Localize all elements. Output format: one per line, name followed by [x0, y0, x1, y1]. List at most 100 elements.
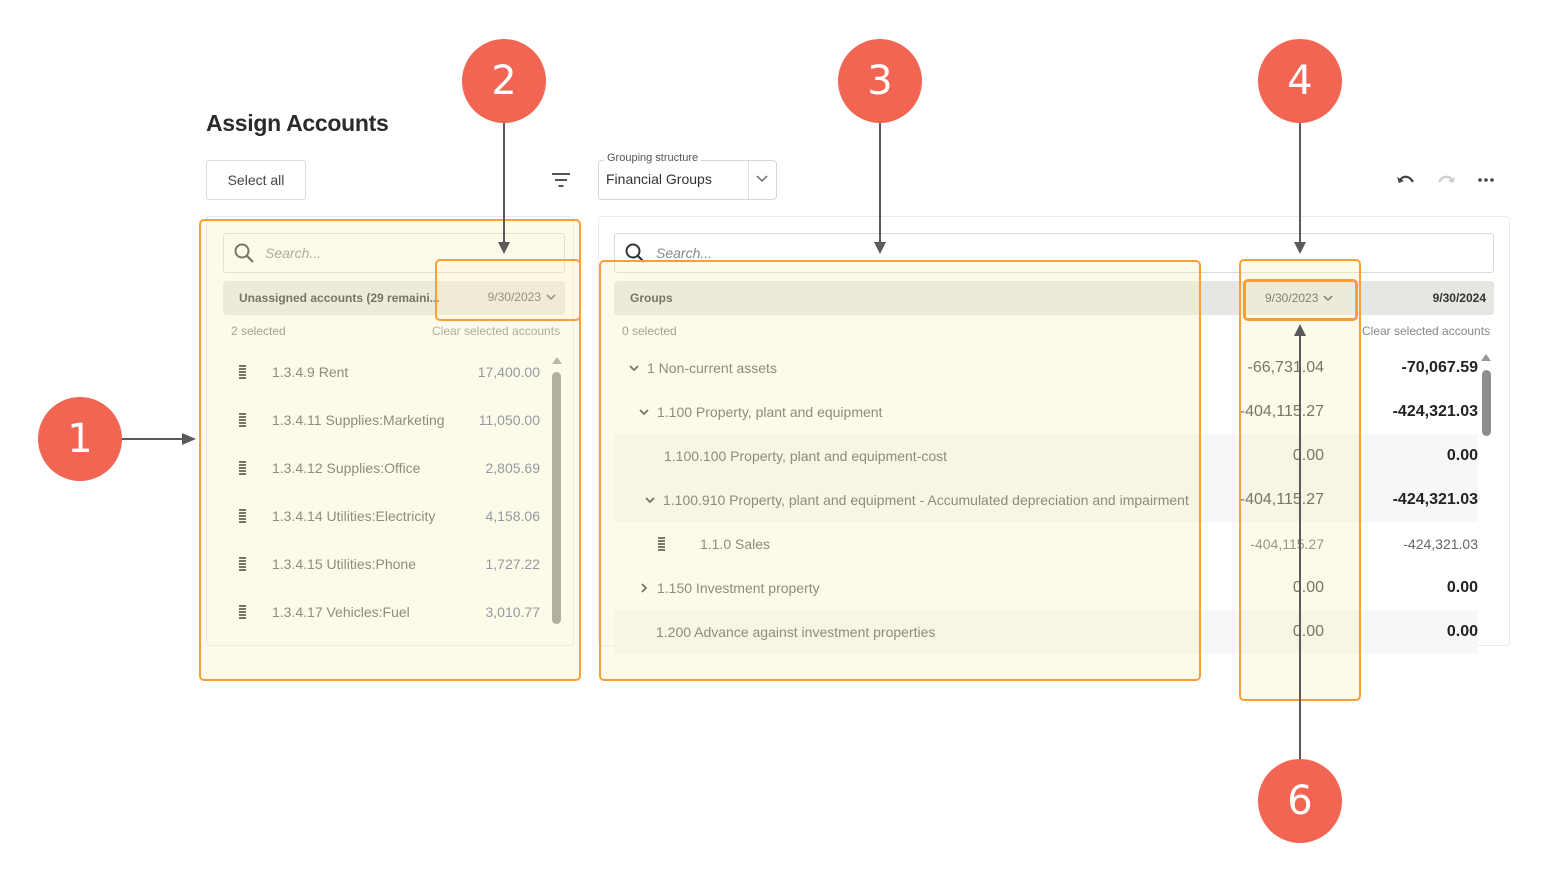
left-date-dropdown[interactable]: 9/30/2023 — [488, 290, 557, 304]
grouping-structure-label: Grouping structure — [604, 152, 702, 164]
right-date-dropdown[interactable]: 9/30/2023 — [1265, 291, 1334, 305]
annotation-arrow-4 — [1294, 242, 1306, 254]
annotation-badge-1: 1 — [38, 397, 122, 481]
right-search-input[interactable]: Search... — [614, 233, 1494, 273]
search-placeholder: Search... — [656, 245, 713, 261]
group-value-2024: 0.00 — [1446, 623, 1478, 640]
account-name: 1.3.4.11 Supplies:Marketing — [272, 412, 445, 428]
left-clear-selected-link[interactable]: Clear selected accounts — [432, 324, 560, 338]
group-row[interactable]: 1.200 Advance against investment propert… — [614, 610, 1478, 654]
group-row[interactable]: 1 Non-current assets -66,731.04 -70,067.59 — [614, 346, 1478, 390]
annotation-line-1 — [121, 438, 183, 440]
annotation-line-6 — [1299, 335, 1301, 760]
account-name: 1.3.4.12 Supplies:Office — [272, 460, 421, 476]
annotation-badge-4: 4 — [1258, 39, 1342, 123]
right-selected-count: 0 selected — [622, 324, 677, 338]
left-search-input[interactable]: Search... — [223, 233, 565, 273]
redo-icon[interactable] — [1436, 172, 1456, 188]
annotation-arrow-6 — [1294, 324, 1306, 336]
account-name: 1.3.4.9 Rent — [272, 364, 349, 380]
annotation-badge-6: 6 — [1258, 759, 1342, 843]
unassigned-accounts-header: Unassigned accounts (29 remaini... 9/30/… — [223, 281, 565, 315]
chevron-down-icon[interactable] — [754, 170, 770, 186]
account-row[interactable]: 1.3.4.12 Supplies:Office 2,805.69 — [223, 444, 548, 492]
group-value-2023: 0.00 — [1292, 623, 1324, 640]
select-all-button[interactable]: Select all — [206, 160, 306, 200]
group-row[interactable]: 1.150 Investment property 0.00 0.00 — [614, 566, 1478, 610]
groups-header-label: Groups — [630, 291, 673, 305]
group-name: 1 Non-current assets — [647, 360, 777, 376]
annotation-line-4 — [1299, 122, 1301, 244]
right-date-value-1: 9/30/2023 — [1265, 291, 1319, 305]
chevron-down-icon — [546, 294, 556, 301]
account-name: 1.3.4.14 Utilities:Electricity — [272, 508, 436, 524]
account-amount: 11,050.00 — [478, 412, 540, 428]
group-value-2024: -70,067.59 — [1401, 359, 1478, 376]
group-name: 1.100.100 Property, plant and equipment-… — [664, 448, 948, 464]
right-clear-selected-link[interactable]: Clear selected accounts — [1362, 324, 1490, 338]
group-row[interactable]: 1.100.910 Property, plant and equipment … — [614, 478, 1478, 522]
group-value-2023: 0.00 — [1292, 579, 1324, 596]
drag-handle-icon[interactable] — [658, 536, 668, 552]
group-value-2023: -404,115.27 — [1239, 403, 1324, 420]
chevron-down-icon — [1323, 295, 1333, 302]
account-amount: 3,010.77 — [485, 604, 541, 620]
scroll-up-icon[interactable] — [552, 357, 562, 364]
search-icon — [234, 243, 254, 263]
group-value-2024: -424,321.03 — [1392, 403, 1478, 420]
scroll-up-icon[interactable] — [1481, 354, 1491, 361]
undo-icon[interactable] — [1396, 172, 1416, 188]
group-name: 1.200 Advance against investment propert… — [656, 624, 936, 640]
group-value-2023: 0.00 — [1292, 447, 1324, 464]
account-amount: 17,400.00 — [477, 364, 540, 380]
drag-handle-icon[interactable] — [239, 604, 249, 620]
group-name: 1.100 Property, plant and equipment — [657, 404, 883, 420]
drag-handle-icon[interactable] — [239, 508, 249, 524]
chevron-down-icon[interactable] — [638, 406, 650, 418]
group-row[interactable]: 1.1.0 Sales -404,115.27 -424,321.03 — [614, 522, 1478, 566]
account-name: 1.3.4.15 Utilities:Phone — [272, 556, 416, 572]
account-amount: 2,805.69 — [485, 460, 541, 476]
annotation-line-2 — [503, 122, 505, 244]
left-scrollbar-thumb[interactable] — [552, 372, 561, 624]
group-value-2024: 0.00 — [1446, 447, 1478, 464]
account-row[interactable]: 1.3.4.14 Utilities:Electricity 4,158.06 — [223, 492, 548, 540]
chevron-down-icon[interactable] — [628, 362, 640, 374]
right-scrollbar-thumb[interactable] — [1482, 370, 1491, 436]
filter-icon[interactable] — [550, 172, 572, 188]
drag-handle-icon[interactable] — [239, 556, 249, 572]
annotation-arrow-1 — [182, 433, 196, 445]
right-date-value-2: 9/30/2024 — [1432, 291, 1486, 305]
left-date-value: 9/30/2023 — [487, 290, 541, 304]
groups-header: Groups 9/30/2023 9/30/2024 — [614, 281, 1494, 315]
annotation-line-3 — [879, 122, 881, 244]
account-row[interactable]: 1.3.4.9 Rent 17,400.00 — [223, 348, 548, 396]
search-icon — [625, 243, 645, 263]
drag-handle-icon[interactable] — [239, 460, 249, 476]
chevron-right-icon[interactable] — [638, 582, 650, 594]
more-icon[interactable] — [1476, 172, 1496, 188]
drag-handle-icon[interactable] — [239, 412, 249, 428]
group-row[interactable]: 1.100 Property, plant and equipment -404,… — [614, 390, 1478, 434]
grouping-divider — [748, 161, 749, 199]
group-name: 1.150 Investment property — [657, 580, 820, 596]
account-amount: 1,727.22 — [485, 556, 541, 572]
group-row[interactable]: 1.100.100 Property, plant and equipment-… — [614, 434, 1478, 478]
account-row[interactable]: 1.3.4.11 Supplies:Marketing 11,050.00 — [223, 396, 548, 444]
account-amount: 4,158.06 — [485, 508, 541, 524]
group-value-2024: -424,321.03 — [1403, 536, 1478, 552]
drag-handle-icon[interactable] — [239, 364, 249, 380]
account-name: 1.3.4.17 Vehicles:Fuel — [272, 604, 410, 620]
account-row[interactable]: 1.3.4.17 Vehicles:Fuel 3,010.77 — [223, 588, 548, 636]
group-name: 1.100.910 Property, plant and equipment … — [663, 492, 1189, 508]
search-placeholder: Search... — [265, 245, 322, 261]
group-value-2024: -424,321.03 — [1392, 491, 1478, 508]
page-title: Assign Accounts — [206, 110, 389, 136]
left-selected-count: 2 selected — [231, 324, 286, 338]
group-value-2024: 0.00 — [1446, 579, 1478, 596]
group-name: 1.1.0 Sales — [700, 536, 771, 552]
unassigned-accounts-label: Unassigned accounts (29 remaini... — [239, 291, 440, 305]
annotation-badge-2: 2 — [462, 39, 546, 123]
chevron-down-icon[interactable] — [644, 494, 656, 506]
account-row[interactable]: 1.3.4.15 Utilities:Phone 1,727.22 — [223, 540, 548, 588]
